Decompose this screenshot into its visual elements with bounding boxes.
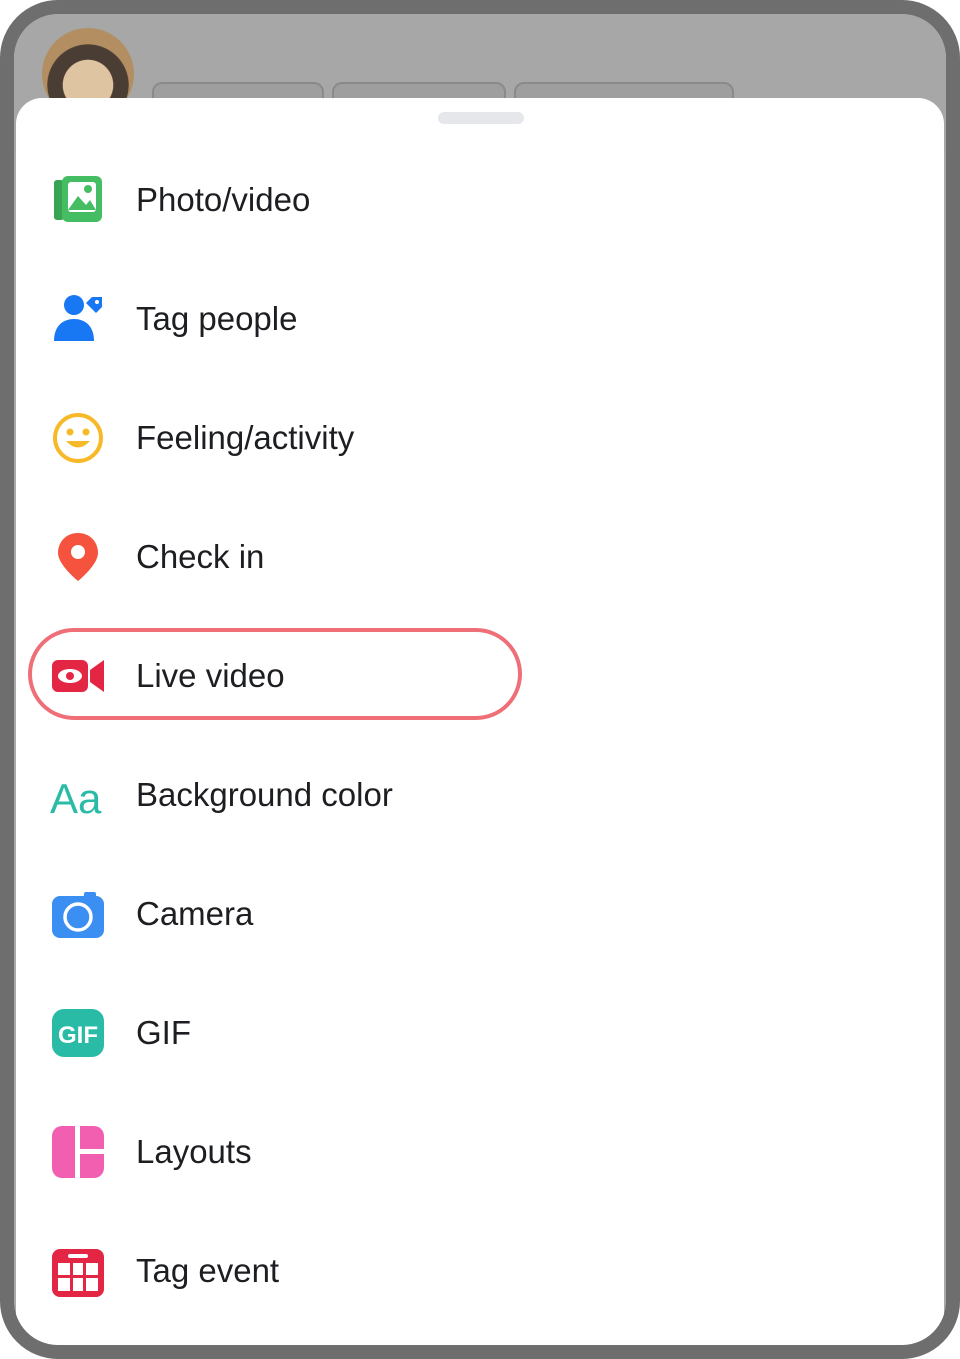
live-video-icon [52, 660, 104, 692]
menu-item-label: Tag people [136, 300, 298, 337]
menu-item-label: Background color [136, 776, 393, 813]
menu-item-photo-video[interactable]: Photo/video [16, 150, 944, 250]
menu-item-label: Feeling/activity [136, 419, 355, 456]
menu-item-check-in[interactable]: Check in [16, 507, 944, 607]
menu-item-label: Camera [136, 895, 254, 932]
menu-item-feeling-activity[interactable]: Feeling/activity [16, 388, 944, 488]
menu-item-camera[interactable]: Camera [16, 864, 944, 964]
tag-people-icon [54, 295, 102, 341]
svg-text:GIF: GIF [58, 1022, 98, 1049]
menu-item-label: GIF [136, 1014, 191, 1051]
menu-item-live-video[interactable]: Live video [16, 626, 944, 726]
menu-item-gif[interactable]: GIF GIF [16, 983, 944, 1083]
menu-item-layouts[interactable]: Layouts [16, 1102, 944, 1202]
menu-item-label: Check in [136, 538, 265, 575]
menu-item-background-color[interactable]: Aa Background color [16, 745, 944, 845]
feeling-icon [53, 413, 103, 463]
menu-item-label: Photo/video [136, 181, 311, 218]
gif-icon: GIF [52, 1009, 104, 1057]
bottom-sheet: Photo/video Tag people Feeling/activity [16, 98, 944, 1345]
tag-event-icon [52, 1249, 104, 1297]
menu-item-tag-people[interactable]: Tag people [16, 269, 944, 369]
menu-item-label: Live video [136, 657, 285, 694]
background-color-icon: Aa [50, 775, 102, 822]
menu-item-tag-event[interactable]: Tag event [16, 1221, 944, 1321]
camera-icon [52, 892, 104, 938]
check-in-icon [58, 533, 98, 581]
svg-text:Aa: Aa [50, 775, 102, 822]
sheet-drag-handle[interactable] [438, 112, 524, 124]
photo-video-icon [54, 176, 102, 222]
menu-item-label: Tag event [136, 1252, 280, 1289]
device-frame: Photo/video Tag people Feeling/activity [0, 0, 960, 1359]
layouts-icon [52, 1126, 104, 1178]
menu-item-label: Layouts [136, 1133, 252, 1170]
